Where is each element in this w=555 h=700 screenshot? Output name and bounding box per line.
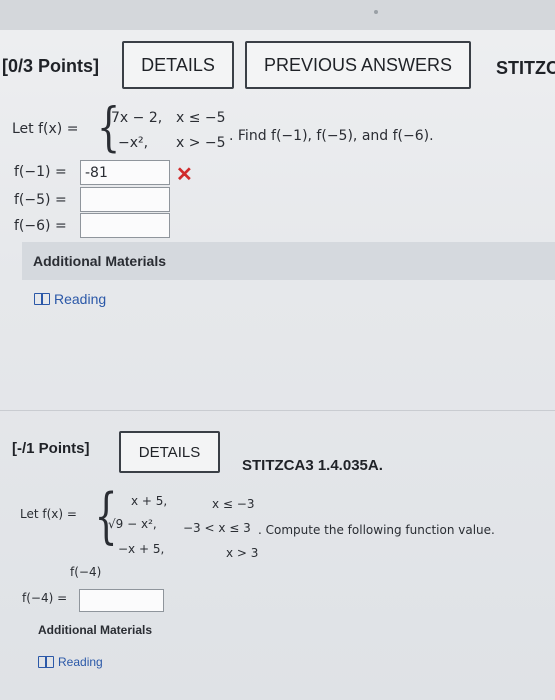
q2-case3-cond: x > 3: [226, 546, 259, 560]
q1-case2-cond: x > −5: [176, 135, 226, 151]
q1-answer-2-label: f(−5) =: [14, 192, 67, 208]
q2-brace: {: [94, 481, 118, 551]
q1-previous-answers-button[interactable]: PREVIOUS ANSWERS: [245, 41, 471, 89]
webassign-page: [0/3 Points] DETAILS PREVIOUS ANSWERS ST…: [0, 0, 555, 700]
q2-problem-code: STITZCA3 1.4.035A.: [242, 457, 383, 474]
book-icon: [38, 656, 54, 668]
q1-case2-expr: −x²,: [118, 135, 149, 151]
incorrect-x-icon: ✕: [176, 164, 193, 186]
q1-reading-link[interactable]: Reading: [34, 291, 106, 307]
q2-details-button[interactable]: DETAILS: [119, 431, 220, 473]
q1-details-button[interactable]: DETAILS: [122, 41, 234, 89]
q2-reading-link[interactable]: Reading: [38, 655, 103, 669]
q1-answer-1-input[interactable]: -81: [80, 160, 170, 185]
q1-answer-3-label: f(−6) =: [14, 218, 67, 234]
q1-problem-code: STITZC: [496, 58, 555, 78]
q1-let-fx: Let f(x) =: [12, 121, 79, 137]
q1-answer-2-input[interactable]: [80, 187, 170, 212]
top-strip: [0, 0, 555, 30]
q2-reading-label: Reading: [58, 655, 103, 669]
section-divider: [0, 410, 555, 411]
top-dot: [374, 10, 378, 14]
q2-case2-expr: √9 − x²,: [108, 517, 157, 531]
q2-answer-input[interactable]: [79, 589, 164, 612]
q2-case1-cond: x ≤ −3: [212, 497, 255, 511]
q1-answer-1-label: f(−1) =: [14, 164, 67, 180]
q2-points: [-/1 Points]: [12, 440, 90, 457]
q1-additional-materials-title: Additional Materials: [33, 253, 167, 269]
q1-case1-cond: x ≤ −5: [176, 110, 226, 126]
q1-answer-3-input[interactable]: [80, 213, 170, 238]
q2-case3-expr: −x + 5,: [118, 542, 165, 556]
q2-prompt: . Compute the following function value.: [258, 523, 495, 537]
q1-case1-expr: 7x − 2,: [111, 110, 163, 126]
q2-case2-cond: −3 < x ≤ 3: [183, 521, 251, 535]
q1-reading-label: Reading: [54, 291, 107, 307]
q1-points: [0/3 Points]: [2, 56, 100, 76]
book-icon: [34, 293, 50, 305]
q1-prompt: . Find f(−1), f(−5), and f(−6).: [229, 128, 434, 144]
q2-let-fx: Let f(x) =: [20, 507, 77, 521]
q2-case1-expr: x + 5,: [131, 494, 168, 508]
q2-additional-materials-title: Additional Materials: [38, 623, 153, 637]
q2-answer-label: f(−4) =: [22, 591, 68, 605]
q2-sub-label: f(−4): [70, 565, 102, 579]
